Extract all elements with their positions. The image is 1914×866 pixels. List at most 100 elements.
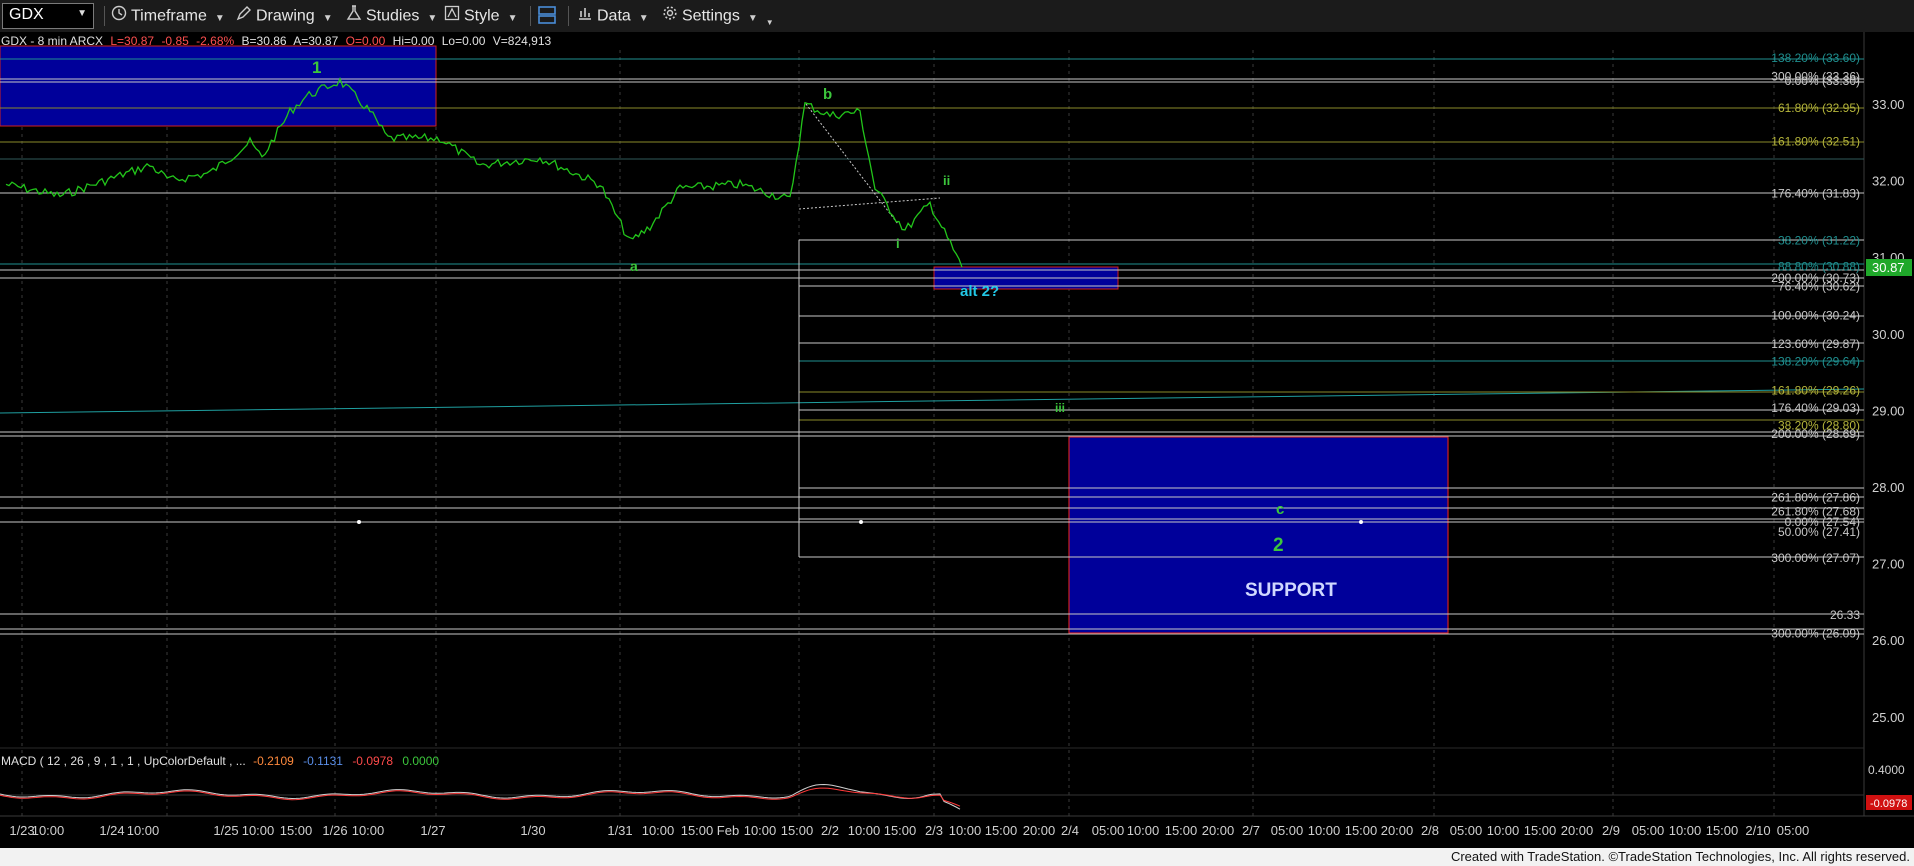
wave-1-label: 1 xyxy=(312,58,321,77)
time-tick-label: 05:00 xyxy=(1450,823,1483,838)
fib-level-label: 176.40% (29.03) xyxy=(1771,401,1860,415)
time-tick-label: 1/25 xyxy=(213,823,238,838)
alt-2-label: alt 2? xyxy=(960,283,999,300)
clock-icon xyxy=(111,5,127,28)
chevron-down-icon: ▼ xyxy=(214,12,225,24)
drawing-label: Drawing xyxy=(256,7,315,25)
price-chart[interactable]: 1 a b i ii iii c 2 alt 2? SUPPORT 138.20… xyxy=(0,32,1914,848)
fib-level-label: 50.00% (27.41) xyxy=(1778,525,1860,539)
macd-axis-value: -0.0978 xyxy=(1870,798,1907,810)
chevron-down-icon: ▼ xyxy=(507,12,518,24)
studies-menu[interactable]: Studies ▼ xyxy=(346,5,437,27)
fib-level-label: 123.60% (29.87) xyxy=(1771,337,1860,351)
symbol-info: GDX - 8 min ARCX xyxy=(1,34,103,48)
lo-value: Lo=0.00 xyxy=(442,34,486,48)
price-tick-label: 30.00 xyxy=(1872,327,1905,342)
wave-b-label: b xyxy=(823,86,832,103)
price-tick-label: 27.00 xyxy=(1872,557,1905,572)
marker-dot xyxy=(357,520,361,524)
fib-level-label: 76.40% (30.62) xyxy=(1778,279,1860,293)
settings-menu[interactable]: Settings ▼ ▼ xyxy=(662,5,774,27)
data-menu[interactable]: Data ▼ xyxy=(577,5,649,27)
fib-level-label: 261.80% (27.86) xyxy=(1771,491,1860,505)
time-tick-label: 10:00 xyxy=(642,823,675,838)
layout-button[interactable] xyxy=(538,5,560,27)
pencil-icon xyxy=(236,5,252,28)
fib-level-label: 26.33 xyxy=(1830,608,1860,622)
flask-icon xyxy=(346,5,362,28)
support-label: SUPPORT xyxy=(1245,580,1337,601)
studies-label: Studies xyxy=(366,7,420,25)
time-tick-label: 20:00 xyxy=(1381,823,1414,838)
macd-value-3: -0.0978 xyxy=(352,754,393,768)
wave-a-label: a xyxy=(630,258,638,274)
time-tick-label: 10:00 xyxy=(127,823,160,838)
fib-level-label: 200.00% (28.69) xyxy=(1771,427,1860,441)
fib-level-label: 61.80% (32.95) xyxy=(1778,101,1860,115)
time-tick-label: 1/31 xyxy=(607,823,632,838)
fib-level-label: 176.40% (31.83) xyxy=(1771,187,1860,201)
timeframe-menu[interactable]: Timeframe ▼ xyxy=(111,5,225,27)
time-tick-label: 10:00 xyxy=(32,823,65,838)
toolbar-separator xyxy=(104,6,105,26)
price-tick-label: 26.00 xyxy=(1872,633,1905,648)
time-tick-label: 15:00 xyxy=(884,823,917,838)
change-pct-value: -2.68% xyxy=(196,34,234,48)
time-tick-label: 15:00 xyxy=(1345,823,1378,838)
fib-level-label: 100.00% (30.24) xyxy=(1771,308,1860,322)
overflow-chevron-icon: ▼ xyxy=(765,17,774,27)
price-tick-label: 29.00 xyxy=(1872,403,1905,418)
style-menu[interactable]: Style ▼ xyxy=(444,5,517,27)
time-tick-label: 20:00 xyxy=(1023,823,1056,838)
wave-i-label: i xyxy=(896,236,900,251)
chevron-down-icon: ▼ xyxy=(77,8,87,19)
wave-c-label: c xyxy=(1276,501,1284,518)
fib-level-label: 161.80% (32.51) xyxy=(1771,135,1860,149)
hi-value: Hi=0.00 xyxy=(393,34,435,48)
bar-chart-icon xyxy=(577,5,593,28)
time-tick-label: 2/10 xyxy=(1745,823,1770,838)
volume-value: V=824,913 xyxy=(493,34,552,48)
gear-icon xyxy=(662,5,678,28)
macd-label-line: MACD ( 12 , 26 , 9 , 1 , 1 , UpColorDefa… xyxy=(1,754,439,768)
time-tick-label: 15:00 xyxy=(280,823,313,838)
symbol-select[interactable]: GDX ▼ xyxy=(2,3,94,29)
timeframe-label: Timeframe xyxy=(131,7,207,25)
time-tick-label: 10:00 xyxy=(1487,823,1520,838)
time-tick-label: 1/27 xyxy=(420,823,445,838)
time-tick-label: 10:00 xyxy=(1127,823,1160,838)
macd-axis-top: 0.4000 xyxy=(1868,763,1905,777)
macd-value-2: -0.1131 xyxy=(303,754,343,768)
data-label: Data xyxy=(597,7,631,25)
time-tick-label: 20:00 xyxy=(1561,823,1594,838)
fib-labels: 138.20% (33.60)300.00% (33.36)0.00% (33.… xyxy=(1771,51,1860,640)
style-icon xyxy=(444,5,460,28)
last-price-value: 30.87 xyxy=(1872,260,1905,275)
time-tick-label: 15:00 xyxy=(781,823,814,838)
bid-value: B=30.86 xyxy=(242,34,287,48)
time-tick-label: 15:00 xyxy=(985,823,1018,838)
time-tick-label: 10:00 xyxy=(744,823,777,838)
wave1-box xyxy=(0,45,437,127)
toolbar-separator xyxy=(568,6,569,26)
time-tick-label: 10:00 xyxy=(352,823,385,838)
time-tick-label: 1/24 xyxy=(99,823,124,838)
symbol-value: GDX xyxy=(9,6,44,23)
price-tick-label: 25.00 xyxy=(1872,710,1905,725)
wave-iii-label: iii xyxy=(1055,401,1065,415)
marker-dot xyxy=(1359,520,1363,524)
toolbar-separator xyxy=(530,6,531,26)
time-tick-label: 2/8 xyxy=(1421,823,1439,838)
drawing-menu[interactable]: Drawing ▼ xyxy=(236,5,333,27)
fib-level-label: 38.20% (31.22) xyxy=(1778,233,1860,247)
wave-2-label: 2 xyxy=(1273,535,1284,556)
macd-value-1: -0.2109 xyxy=(253,754,294,768)
chevron-down-icon: ▼ xyxy=(427,12,438,24)
open-value: O=0.00 xyxy=(346,34,386,48)
time-tick-label: 2/9 xyxy=(1602,823,1620,838)
chevron-down-icon: ▼ xyxy=(638,12,649,24)
settings-label: Settings xyxy=(682,7,740,25)
toolbar: GDX ▼ Timeframe ▼ Drawing ▼ Studies ▼ Style… xyxy=(0,0,1914,33)
time-tick-label: 10:00 xyxy=(848,823,881,838)
macd-value-4: 0.0000 xyxy=(402,754,439,768)
